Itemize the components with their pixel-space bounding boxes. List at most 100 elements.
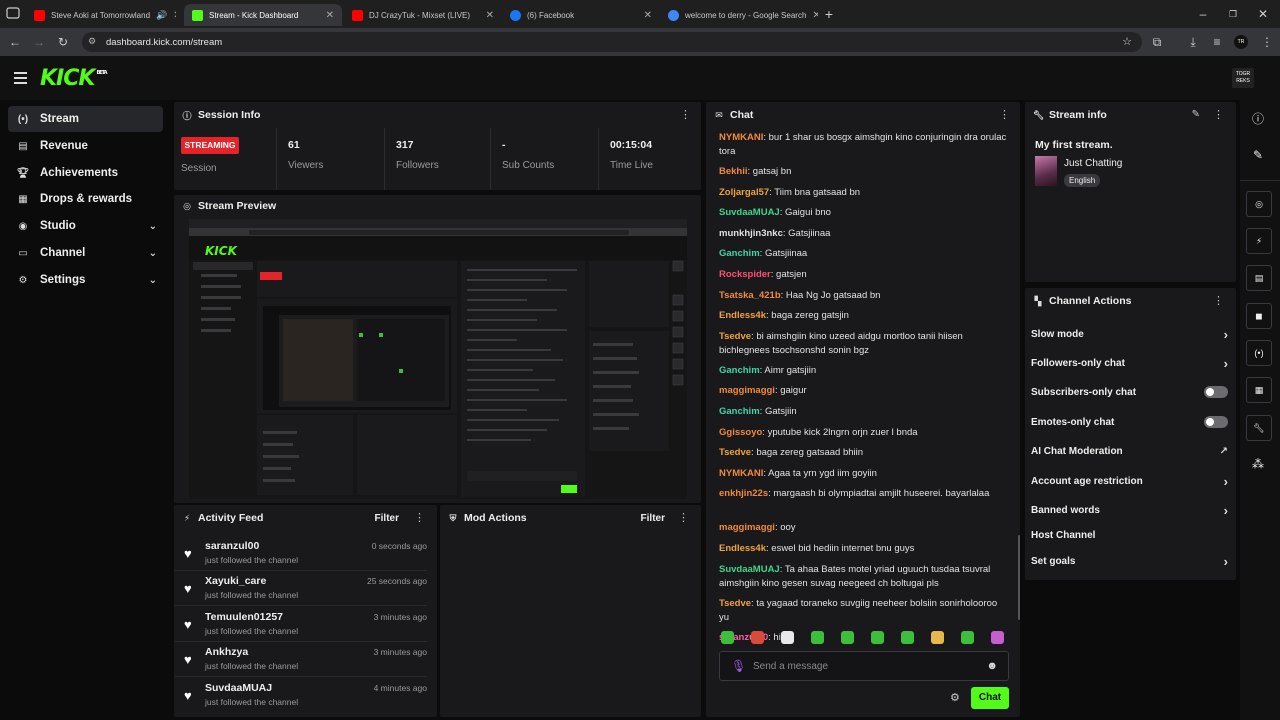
chat-username[interactable]: SuvdaaMUAJ — [719, 207, 780, 218]
back-icon[interactable]: ← — [8, 35, 22, 49]
emoji-icon[interactable]: ☻ — [986, 660, 998, 672]
chat-username[interactable]: maggimaggi — [719, 522, 775, 533]
stream-preview-video[interactable]: KICK — [189, 219, 687, 499]
chat-username[interactable]: Rockspider — [719, 269, 771, 280]
sidebar-item-drops[interactable]: ▦ Drops & rewards — [8, 186, 163, 212]
emote-icon[interactable] — [841, 631, 854, 644]
banned-words-row[interactable]: Banned words › — [1031, 500, 1228, 520]
activity-username[interactable]: Xayuki_care — [205, 575, 266, 587]
hamburger-menu-icon[interactable] — [14, 72, 28, 84]
rail-preview-button[interactable]: ◎ — [1246, 191, 1272, 217]
rail-layout-button[interactable]: ▦ — [1246, 377, 1272, 403]
emote-icon[interactable] — [931, 631, 944, 644]
new-tab-icon[interactable]: + — [822, 7, 836, 21]
chat-username[interactable]: Tsedve — [719, 598, 751, 609]
restore-icon[interactable]: ❐ — [1226, 7, 1240, 21]
account-age-row[interactable]: Account age restriction › — [1031, 471, 1228, 491]
kick-logo[interactable]: KICK BETA — [40, 66, 108, 91]
send-chat-button[interactable]: Chat — [971, 687, 1009, 709]
window-close-icon[interactable]: ✕ — [1256, 7, 1270, 21]
slow-mode-row[interactable]: Slow mode › — [1031, 324, 1228, 344]
rail-chat-button[interactable]: ◼ — [1246, 303, 1272, 329]
activity-username[interactable]: SuvdaaMUAJ — [205, 682, 272, 694]
rail-tools-button[interactable]: 🔧︎ — [1246, 415, 1272, 441]
emote-icon[interactable] — [721, 631, 734, 644]
chat-username[interactable]: Endless4k — [719, 310, 766, 321]
browser-tab-1[interactable]: Steve Aoki at Tomorrowland 🔊 ✕ — [26, 4, 176, 26]
info-icon[interactable]: ⓘ — [1252, 110, 1264, 127]
more-options-icon[interactable]: ⋮ — [414, 512, 425, 524]
microphone-icon[interactable]: 🎙︎ — [731, 659, 746, 673]
chat-username[interactable]: NYMKANI — [719, 132, 763, 143]
rail-notes-button[interactable]: ▤ — [1246, 265, 1272, 291]
ai-moderation-row[interactable]: AI Chat Moderation ↗ — [1031, 441, 1228, 461]
tab-close-icon[interactable]: ✕ — [486, 10, 494, 21]
chat-username[interactable]: enkhjin22s — [719, 488, 768, 499]
chat-username[interactable]: SuvdaaMUAJ — [719, 564, 780, 575]
reload-icon[interactable]: ↻ — [56, 35, 70, 49]
followers-only-row[interactable]: Followers-only chat › — [1031, 353, 1228, 373]
rail-broadcast-button[interactable]: (•) — [1246, 340, 1272, 366]
forward-icon[interactable]: → — [32, 35, 46, 49]
chat-username[interactable]: Bekhii — [719, 166, 748, 177]
emote-icon[interactable] — [781, 631, 794, 644]
chat-username[interactable]: maggimaggi — [719, 385, 775, 396]
chat-username[interactable]: Tsedve — [719, 331, 751, 342]
sidebar-item-achievements[interactable]: 🏆︎ Achievements — [8, 160, 163, 186]
chat-username[interactable]: Tsatska_421b — [719, 290, 781, 301]
browser-tab-4[interactable]: (6) Facebook ✕ — [502, 4, 660, 26]
tab-close-icon[interactable]: ✕ — [812, 10, 818, 21]
rail-activity-button[interactable]: ⚡︎ — [1246, 228, 1272, 254]
more-options-icon[interactable]: ⋮ — [680, 109, 691, 121]
chat-username[interactable]: Endless4k — [719, 543, 766, 554]
activity-username[interactable]: Temuulen01257 — [205, 611, 283, 623]
emote-icon[interactable] — [991, 631, 1004, 644]
chat-username[interactable]: munkhjin3nkc — [719, 228, 783, 239]
user-avatar[interactable]: TOGR REKS — [1232, 68, 1254, 88]
emote-icon[interactable] — [961, 631, 974, 644]
subscribers-only-toggle[interactable] — [1204, 386, 1228, 398]
bookmark-star-icon[interactable]: ☆ — [1122, 35, 1132, 48]
category-name[interactable]: Just Chatting — [1064, 158, 1122, 169]
sidebar-item-stream[interactable]: (•) Stream — [8, 106, 163, 132]
extensions-icon[interactable]: ⧉ — [1150, 35, 1164, 49]
emotes-only-toggle[interactable] — [1204, 416, 1228, 428]
site-info-icon[interactable]: ⚙ — [88, 36, 96, 47]
chat-username[interactable]: Tsedve — [719, 447, 751, 458]
more-options-icon[interactable]: ⋮ — [1213, 109, 1224, 121]
activity-filter-button[interactable]: Filter — [375, 513, 399, 524]
download-icon[interactable]: ⤓ — [1186, 35, 1200, 49]
emote-icon[interactable] — [751, 631, 764, 644]
browser-tab-2[interactable]: Stream - Kick Dashboard ✕ — [184, 4, 342, 26]
tab-search-icon[interactable] — [6, 6, 20, 20]
chat-username[interactable]: Ganchim — [719, 365, 760, 376]
chat-username[interactable]: Ggissoyo — [719, 427, 762, 438]
more-options-icon[interactable]: ⋮ — [999, 109, 1010, 121]
sidebar-item-settings[interactable]: ⚙ Settings ⌄ — [8, 267, 163, 293]
minimize-icon[interactable]: – — [1196, 7, 1210, 21]
chat-username[interactable]: Ganchim — [719, 248, 760, 259]
tab-close-icon[interactable]: ✕ — [644, 10, 652, 21]
edit-pencil-icon[interactable]: ✎ — [1253, 148, 1263, 162]
more-options-icon[interactable]: ⋮ — [1213, 295, 1224, 307]
activity-username[interactable]: saranzul00 — [205, 540, 259, 552]
sidebar-item-studio[interactable]: ◉ Studio ⌄ — [8, 213, 163, 239]
reading-list-icon[interactable]: ≡ — [1210, 35, 1224, 49]
tab-close-icon[interactable]: ✕ — [173, 10, 176, 21]
sidebar-item-channel[interactable]: ▭ Channel ⌄ — [8, 240, 163, 266]
browser-menu-icon[interactable]: ⋮ — [1260, 35, 1274, 49]
browser-tab-5[interactable]: welcome to derry - Google Search ✕ — [660, 4, 818, 26]
more-widgets-icon[interactable]: ⁂ — [1252, 457, 1264, 471]
chat-scrollbar[interactable] — [1018, 535, 1020, 620]
chat-input[interactable]: 🎙︎ Send a message ☻ — [719, 651, 1009, 681]
address-bar[interactable]: ⚙ dashboard.kick.com/stream ☆ — [82, 32, 1142, 52]
set-goals-row[interactable]: Set goals › — [1031, 551, 1228, 571]
chat-settings-gear-icon[interactable]: ⚙ — [950, 691, 960, 704]
emote-icon[interactable] — [871, 631, 884, 644]
profile-avatar[interactable]: TR — [1234, 35, 1248, 49]
tab-close-icon[interactable]: ✕ — [326, 10, 334, 21]
edit-pencil-icon[interactable]: ✎ — [1192, 109, 1200, 121]
activity-username[interactable]: Ankhzya — [205, 646, 248, 658]
mod-filter-button[interactable]: Filter — [641, 513, 665, 524]
sidebar-item-revenue[interactable]: ▤ Revenue — [8, 133, 163, 159]
